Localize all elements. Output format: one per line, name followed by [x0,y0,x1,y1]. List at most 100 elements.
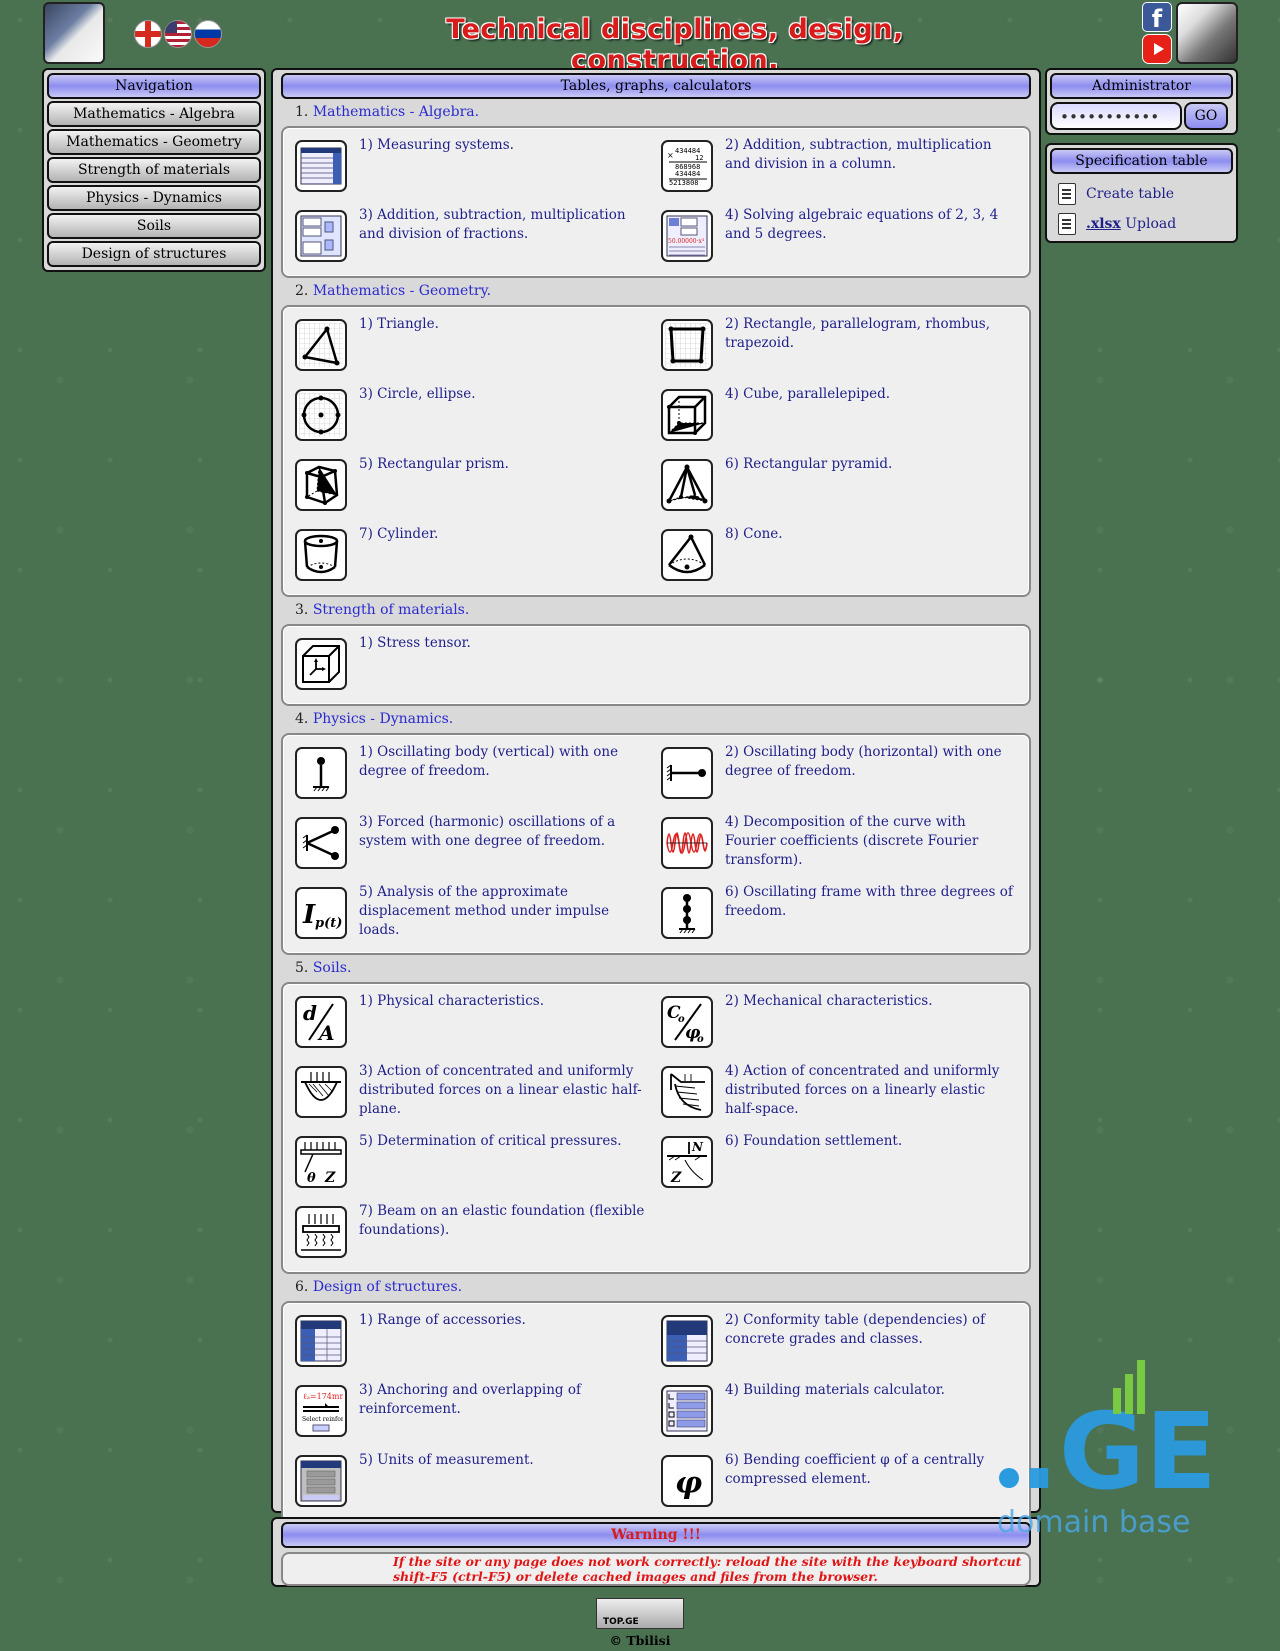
half-plane-icon[interactable] [295,1066,347,1118]
russian-flag-icon[interactable] [194,20,222,48]
calculator-item-beam[interactable]: 7) Beam on an elastic foundation (flexib… [295,1202,651,1272]
calculator-item-label[interactable]: 5) Analysis of the approximate displacem… [359,883,651,953]
prism-icon[interactable] [295,459,347,511]
calculator-item-label[interactable]: 3) Anchoring and overlapping of reinforc… [359,1381,651,1451]
calculator-item-label[interactable]: 4) Decomposition of the curve with Fouri… [725,813,1017,883]
impulse-icon[interactable]: Ip(t) [295,887,347,939]
calculator-item-forced-oscillation[interactable]: 3) Forced (harmonic) oscillations of a s… [295,813,651,883]
cylinder-icon[interactable] [295,529,347,581]
accessories-table-icon[interactable] [295,1315,347,1367]
us-flag-icon[interactable] [164,20,192,48]
column-multiplication-icon[interactable]: 434484 12 868968 434484 5213808 × [661,140,713,192]
fractions-icon[interactable] [295,210,347,262]
critical-pressure-icon[interactable]: θZ [295,1136,347,1188]
calculator-item-label[interactable]: 5) Rectangular prism. [359,455,509,525]
calculator-item-cylinder[interactable]: 7) Cylinder. [295,525,651,595]
calculator-item-label[interactable]: 1) Oscillating body (vertical) with one … [359,743,651,813]
section-title-link[interactable]: Strength of materials. [313,602,470,618]
calculator-item-fractions[interactable]: 3) Addition, subtraction, multiplication… [295,206,651,276]
nav-item-soils[interactable]: Soils [47,213,261,239]
create-table-link[interactable]: Create table [1058,183,1233,205]
calculator-item-rectangle[interactable]: 2) Rectangle, parallelogram, rhombus, tr… [661,315,1017,385]
password-input[interactable]: ••••••••••• [1050,102,1182,130]
calculator-item-label[interactable]: 1) Triangle. [359,315,439,385]
site-logo-right[interactable] [1176,2,1238,64]
frame-icon[interactable] [661,887,713,939]
calculator-item-label[interactable]: 3) Circle, ellipse. [359,385,476,455]
nav-item-structures[interactable]: Design of structures [47,241,261,267]
calculator-item-label[interactable]: 3) Addition, subtraction, multiplication… [359,206,651,276]
calculator-item-label[interactable]: 3) Forced (harmonic) oscillations of a s… [359,813,651,883]
rectangle-icon[interactable] [661,319,713,371]
physical-icon[interactable]: dA [295,996,347,1048]
vertical-oscillator-icon[interactable] [295,747,347,799]
calculator-item-label[interactable]: 2) Oscillating body (horizontal) with on… [725,743,1017,813]
fourier-icon[interactable] [661,817,713,869]
calculator-item-settlement[interactable]: N Z 6) Foundation settlement. [661,1132,1017,1202]
pyramid-icon[interactable] [661,459,713,511]
calculator-item-anchoring[interactable]: ℓₐ=174mm Select reinfor... 3) Anchoring an… [295,1381,651,1451]
calculator-item-fourier[interactable]: 4) Decomposition of the curve with Fouri… [661,813,1017,883]
nav-item-dynamics[interactable]: Physics - Dynamics [47,185,261,211]
triangle-icon[interactable] [295,319,347,371]
site-logo-left[interactable] [43,2,105,64]
calculator-item-mechanical[interactable]: Co φ o 2) Mechanical characteristics. [661,992,1017,1062]
calculator-item-half-plane[interactable]: 3) Action of concentrated and uniformly … [295,1062,651,1132]
calculator-item-phi[interactable]: φ 6) Bending coefficient φ of a centrally… [661,1451,1017,1521]
youtube-icon[interactable] [1142,34,1172,64]
stress-tensor-icon[interactable] [295,638,347,690]
conformity-table-icon[interactable] [661,1315,713,1367]
calculator-item-stress-tensor[interactable]: 1) Stress tensor. [295,634,651,704]
half-space-icon[interactable] [661,1066,713,1118]
section-title-link[interactable]: Mathematics - Algebra. [313,104,479,120]
nav-item-algebra[interactable]: Mathematics - Algebra [47,101,261,127]
calculator-item-circle[interactable]: 3) Circle, ellipse. [295,385,651,455]
calculator-item-label[interactable]: 1) Measuring systems. [359,136,514,206]
calculator-item-impulse[interactable]: Ip(t) 5) Analysis of the approximate disp… [295,883,651,953]
horizontal-oscillator-icon[interactable] [661,747,713,799]
calculator-item-physical[interactable]: d A 1) Physical characteristics. [295,992,651,1062]
equations-icon[interactable]: 50.00000·x³ [661,210,713,262]
calculator-item-materials-calculator[interactable]: 4) Building materials calculator. [661,1381,1017,1451]
forced-oscillation-icon[interactable] [295,817,347,869]
calculator-item-label[interactable]: 2) Conformity table (dependencies) of co… [725,1311,1017,1381]
calculator-item-conformity-table[interactable]: 2) Conformity table (dependencies) of co… [661,1311,1017,1381]
circle-icon[interactable] [295,389,347,441]
calculator-item-critical-pressure[interactable]: θ Z 5) Determination of critical pressures… [295,1132,651,1202]
beam-icon[interactable] [295,1206,347,1258]
calculator-item-label[interactable]: 4) Solving algebraic equations of 2, 3, … [725,206,1017,276]
go-button[interactable]: GO [1184,102,1228,130]
xlsx-upload-link[interactable]: .xlsx Upload [1058,213,1233,235]
calculator-item-triangle[interactable]: 1) Triangle. [295,315,651,385]
phi-icon[interactable]: φ [661,1455,713,1507]
calculator-item-accessories-table[interactable]: 1) Range of accessories. [295,1311,651,1381]
cone-icon[interactable] [661,529,713,581]
calculator-item-column-multiplication[interactable]: 434484 12 868968 434484 5213808 × 2) Addition,… [661,136,1017,206]
top-ge-counter[interactable]: TOP.GE [596,1598,684,1629]
calculator-item-frame[interactable]: 6) Oscillating frame with three degrees … [661,883,1017,953]
calculator-item-label[interactable]: 4) Action of concentrated and uniformly … [725,1062,1017,1132]
calculator-item-label[interactable]: 6) Rectangular pyramid. [725,455,892,525]
cube-icon[interactable] [661,389,713,441]
calculator-item-label[interactable]: 7) Cylinder. [359,525,438,595]
mechanical-icon[interactable]: Coφo [661,996,713,1048]
calculator-item-label[interactable]: 2) Mechanical characteristics. [725,992,933,1062]
calculator-item-half-space[interactable]: 4) Action of concentrated and uniformly … [661,1062,1017,1132]
calculator-item-label[interactable]: 1) Stress tensor. [359,634,471,704]
section-title-link[interactable]: Design of structures. [313,1279,462,1295]
calculator-item-label[interactable]: 1) Physical characteristics. [359,992,544,1062]
anchoring-icon[interactable]: ℓₐ=174mm Select reinfor... [295,1385,347,1437]
calculator-item-measuring-table[interactable]: 1) Measuring systems. [295,136,651,206]
settlement-icon[interactable]: NZ [661,1136,713,1188]
section-title-link[interactable]: Mathematics - Geometry. [313,283,491,299]
georgian-flag-icon[interactable] [134,20,162,48]
calculator-item-vertical-oscillator[interactable]: 1) Oscillating body (vertical) with one … [295,743,651,813]
calculator-item-label[interactable]: 2) Rectangle, parallelogram, rhombus, tr… [725,315,1017,385]
calculator-item-equations[interactable]: 50.00000·x³ 4) Solving algebraic equation… [661,206,1017,276]
facebook-icon[interactable]: f [1142,2,1172,33]
calculator-item-label[interactable]: 6) Bending coefficient φ of a centrally … [725,1451,1017,1521]
materials-calculator-icon[interactable] [661,1385,713,1437]
section-title-link[interactable]: Physics - Dynamics. [313,711,453,727]
calculator-item-label[interactable]: 4) Building materials calculator. [725,1381,945,1451]
calculator-item-label[interactable]: 3) Action of concentrated and uniformly … [359,1062,651,1132]
